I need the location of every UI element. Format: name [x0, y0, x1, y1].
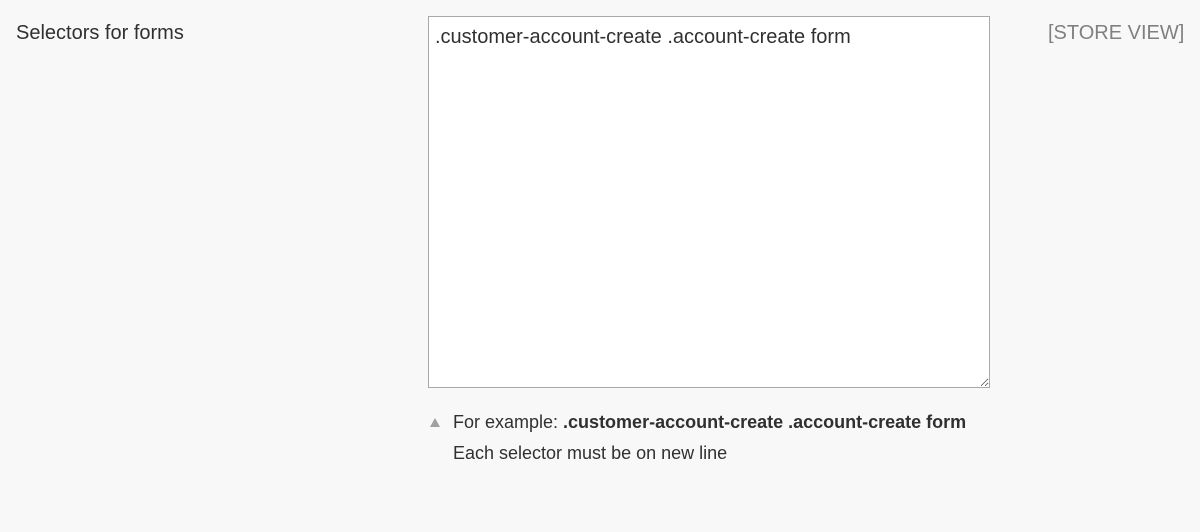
- selectors-field-control: .customer-account-create .account-create…: [428, 16, 990, 469]
- triangle-up-icon: [430, 418, 440, 427]
- note-example-value: .customer-account-create .account-create…: [563, 412, 967, 432]
- field-note: For example: .customer-account-create .a…: [428, 407, 998, 469]
- note-instruction: Each selector must be on new line: [453, 443, 728, 463]
- store-view-scope-label: [STORE VIEW]: [1048, 22, 1185, 44]
- selectors-for-forms-label: Selectors for forms: [16, 22, 184, 44]
- note-example: For example: .customer-account-create .a…: [453, 407, 998, 438]
- selectors-for-forms-row: Selectors for forms .customer-account-cr…: [0, 0, 1200, 532]
- selectors-for-forms-textarea[interactable]: .customer-account-create .account-create…: [428, 16, 990, 388]
- note-example-prefix: For example:: [453, 412, 564, 432]
